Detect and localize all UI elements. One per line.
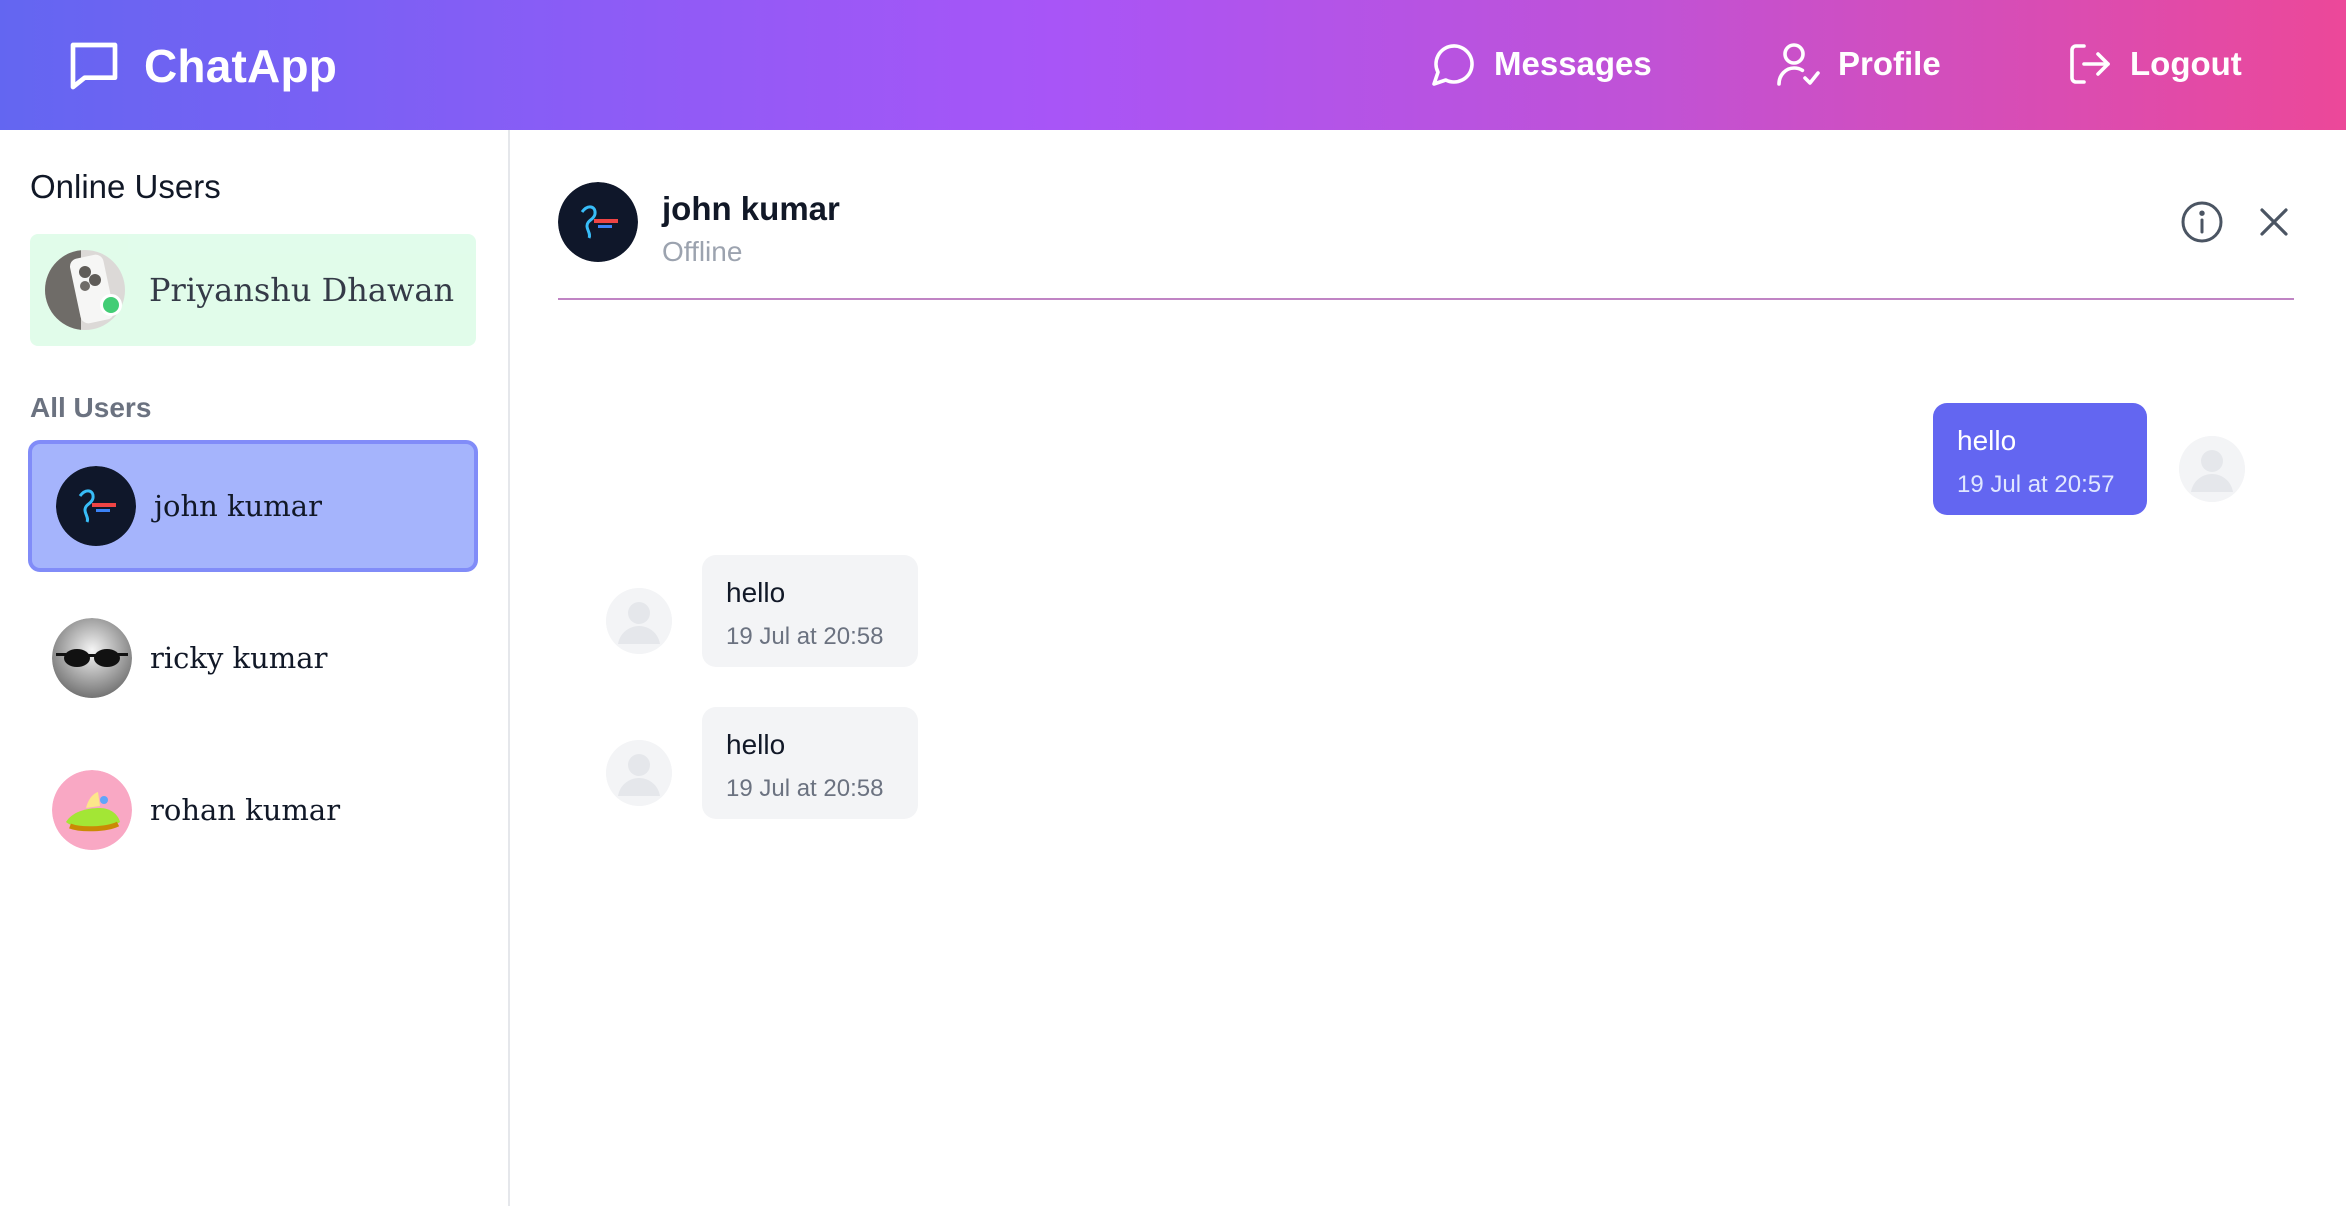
- user-check-icon: [1777, 43, 1820, 86]
- user-name: rohan kumar: [150, 793, 341, 827]
- message-circle-icon: [1432, 44, 1474, 86]
- online-users-title: Online Users: [30, 168, 221, 205]
- info-icon: [2181, 201, 2223, 243]
- nav-messages-label: Messages: [1494, 45, 1652, 82]
- chat-header: john kumar Offline: [558, 180, 2294, 300]
- contact-avatar[interactable]: [558, 182, 638, 262]
- default-avatar: [2179, 436, 2245, 502]
- message-text: hello: [726, 577, 786, 608]
- message-time: 19 Jul at 20:57: [1957, 471, 2115, 498]
- avatar: [52, 618, 132, 698]
- user-name: john kumar: [154, 489, 322, 523]
- nav-profile-label: Profile: [1838, 45, 1941, 82]
- close-icon: [2260, 208, 2288, 236]
- user-item-john-kumar[interactable]: john kumar: [28, 440, 478, 572]
- contact-name: john kumar: [662, 190, 840, 227]
- default-avatar: [606, 588, 672, 654]
- user-item-ricky-kumar[interactable]: ricky kumar: [28, 592, 478, 724]
- user-name: ricky kumar: [150, 641, 328, 675]
- chat-bubble-icon: [70, 42, 118, 90]
- nav-messages-link[interactable]: Messages: [1430, 40, 1652, 88]
- message-time: 19 Jul at 20:58: [726, 775, 884, 802]
- nav-logout-link[interactable]: Logout: [2066, 40, 2242, 88]
- user-item-rohan-kumar[interactable]: rohan kumar: [28, 744, 478, 876]
- message-bubble-outgoing[interactable]: hello 19 Jul at 20:57: [1933, 403, 2147, 515]
- contact-status: Offline: [662, 236, 743, 267]
- brand[interactable]: ChatApp: [66, 38, 337, 94]
- close-chat-button[interactable]: [2250, 198, 2298, 246]
- message-text: hello: [726, 729, 786, 760]
- online-user-item[interactable]: Priyanshu Dhawan: [30, 234, 476, 346]
- logout-icon: [2070, 44, 2110, 84]
- message-bubble-incoming[interactable]: hello 19 Jul at 20:58: [702, 555, 918, 667]
- nav-logout-label: Logout: [2130, 45, 2242, 82]
- avatar: [56, 466, 136, 546]
- message-time: 19 Jul at 20:58: [726, 623, 884, 650]
- app-name: ChatApp: [144, 40, 338, 92]
- online-status-dot: [100, 294, 122, 316]
- chat-panel: john kumar Offline hello 19 Jul at 20:57: [512, 130, 2346, 1206]
- all-users-title: All Users: [30, 392, 152, 423]
- info-button[interactable]: [2178, 198, 2226, 246]
- nav-profile-link[interactable]: Profile: [1774, 40, 1941, 88]
- avatar: [52, 770, 132, 850]
- online-user-name: Priyanshu Dhawan: [149, 271, 455, 309]
- avatar: [45, 250, 125, 330]
- message-bubble-incoming[interactable]: hello 19 Jul at 20:58: [702, 707, 918, 819]
- message-text: hello: [1957, 425, 2017, 456]
- top-navbar: ChatApp Messages Profile Logout: [0, 0, 2346, 130]
- default-avatar: [606, 740, 672, 806]
- sidebar: Online Users Priyanshu Dhawan All Users: [0, 130, 510, 1206]
